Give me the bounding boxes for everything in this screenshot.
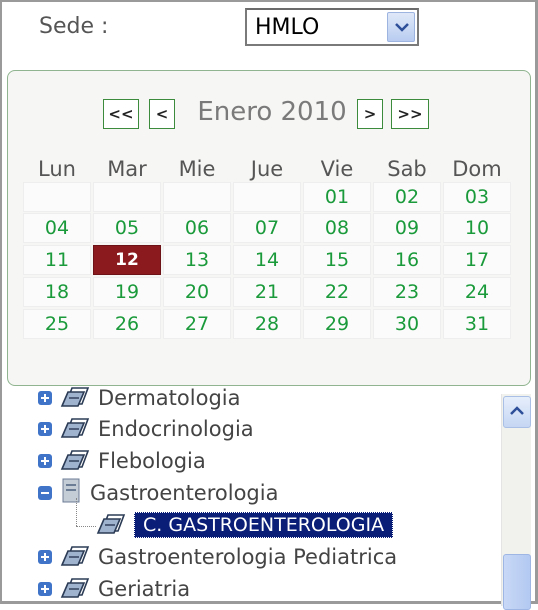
calendar-day[interactable]: 14 [233, 245, 301, 275]
calendar-day[interactable]: 22 [303, 277, 371, 307]
collapse-icon[interactable] [38, 486, 52, 500]
calendar-month-title: Enero 2010 [197, 97, 347, 127]
calendar-day[interactable]: 23 [373, 277, 441, 307]
prev-year-button[interactable]: << [103, 99, 139, 129]
tree-item-label: Flebologia [98, 449, 206, 473]
calendar-empty-cell [233, 182, 301, 212]
tree-item[interactable]: C. GASTROENTEROLOGIA [96, 510, 394, 540]
tree-item[interactable]: Flebologia [38, 446, 206, 476]
book-icon [60, 543, 90, 571]
sede-select-value: HMLO [255, 15, 320, 40]
calendar-day[interactable]: 18 [23, 277, 91, 307]
calendar: << < Enero 2010 > >> Lun Mar Mie Jue Vie Sab D… [7, 70, 531, 386]
calendar-day[interactable]: 25 [23, 309, 91, 339]
calendar-empty-cell [163, 182, 231, 212]
prev-month-button[interactable]: < [149, 99, 175, 129]
weekday-header: Sab [387, 157, 427, 181]
chevron-up-icon [510, 406, 524, 415]
book-icon [60, 415, 90, 443]
chevron-down-icon[interactable] [387, 12, 415, 42]
calendar-day[interactable]: 19 [93, 277, 161, 307]
calendar-empty-cell [93, 182, 161, 212]
expand-icon[interactable] [38, 582, 52, 596]
calendar-day[interactable]: 04 [23, 213, 91, 243]
calendar-day[interactable]: 08 [303, 213, 371, 243]
specialty-tree: Dermatologia Endocrinologia Flebologia Gast… [2, 386, 500, 604]
calendar-day[interactable]: 24 [443, 277, 511, 307]
calendar-empty-cell [23, 182, 91, 212]
calendar-day[interactable]: 31 [443, 309, 511, 339]
sede-select[interactable]: HMLO [245, 8, 419, 46]
weekday-header: Vie [320, 157, 354, 181]
book-icon [60, 386, 90, 412]
book-icon [96, 511, 126, 539]
expand-icon[interactable] [38, 550, 52, 564]
weekday-header: Lun [38, 157, 76, 181]
calendar-day[interactable]: 02 [373, 182, 441, 212]
calendar-day[interactable]: 11 [23, 245, 91, 275]
calendar-day[interactable]: 13 [163, 245, 231, 275]
calendar-day[interactable]: 10 [443, 213, 511, 243]
tree-item-label: Endocrinologia [98, 417, 254, 441]
weekday-header: Jue [250, 157, 284, 181]
tree-item[interactable]: Gastroenterologia Pediatrica [38, 542, 397, 572]
calendar-day[interactable]: 07 [233, 213, 301, 243]
expand-icon[interactable] [38, 391, 52, 405]
next-year-button[interactable]: >> [391, 99, 429, 129]
calendar-day-selected[interactable]: 12 [93, 245, 161, 275]
book-icon [60, 447, 90, 475]
calendar-day[interactable]: 21 [233, 277, 301, 307]
calendar-day[interactable]: 17 [443, 245, 511, 275]
calendar-day[interactable]: 01 [303, 182, 371, 212]
tree-connector-line [76, 526, 96, 527]
calendar-day[interactable]: 27 [163, 309, 231, 339]
weekday-header: Mar [107, 157, 147, 181]
weekday-header: Dom [452, 157, 502, 181]
scroll-up-button[interactable] [503, 396, 531, 428]
calendar-day[interactable]: 16 [373, 245, 441, 275]
tree-item-label: Geriatria [98, 577, 191, 601]
calendar-day[interactable]: 20 [163, 277, 231, 307]
tree-item[interactable]: Endocrinologia [38, 414, 254, 444]
calendar-day[interactable]: 15 [303, 245, 371, 275]
scroll-thumb[interactable] [503, 554, 531, 610]
calendar-day[interactable]: 06 [163, 213, 231, 243]
expand-icon[interactable] [38, 454, 52, 468]
tree-item[interactable]: Dermatologia [38, 386, 240, 413]
expand-icon[interactable] [38, 422, 52, 436]
calendar-day[interactable]: 09 [373, 213, 441, 243]
calendar-day[interactable]: 28 [233, 309, 301, 339]
tree-connector-line [76, 498, 77, 526]
tree-item-label: Gastroenterologia Pediatrica [98, 545, 398, 569]
book-icon [60, 575, 90, 603]
calendar-day[interactable]: 03 [443, 182, 511, 212]
tree-item[interactable]: Gastroenterologia [38, 478, 278, 508]
calendar-day[interactable]: 30 [373, 309, 441, 339]
tree-item-label: Gastroenterologia [90, 481, 279, 505]
tree-item-label-selected: C. GASTROENTEROLOGIA [134, 512, 394, 538]
tree-item[interactable]: Geriatria [38, 574, 190, 604]
weekday-header: Mie [178, 157, 216, 181]
panel-frame: Sede : HMLO << < Enero 2010 > >> Lun Mar M… [0, 0, 538, 610]
tree-scrollbar[interactable] [501, 394, 531, 610]
tree-item-label: Dermatologia [98, 386, 241, 410]
calendar-day[interactable]: 29 [303, 309, 371, 339]
calendar-day[interactable]: 05 [93, 213, 161, 243]
sede-label: Sede : [39, 14, 109, 39]
document-icon [60, 478, 82, 508]
calendar-day[interactable]: 26 [93, 309, 161, 339]
next-month-button[interactable]: > [357, 99, 383, 129]
